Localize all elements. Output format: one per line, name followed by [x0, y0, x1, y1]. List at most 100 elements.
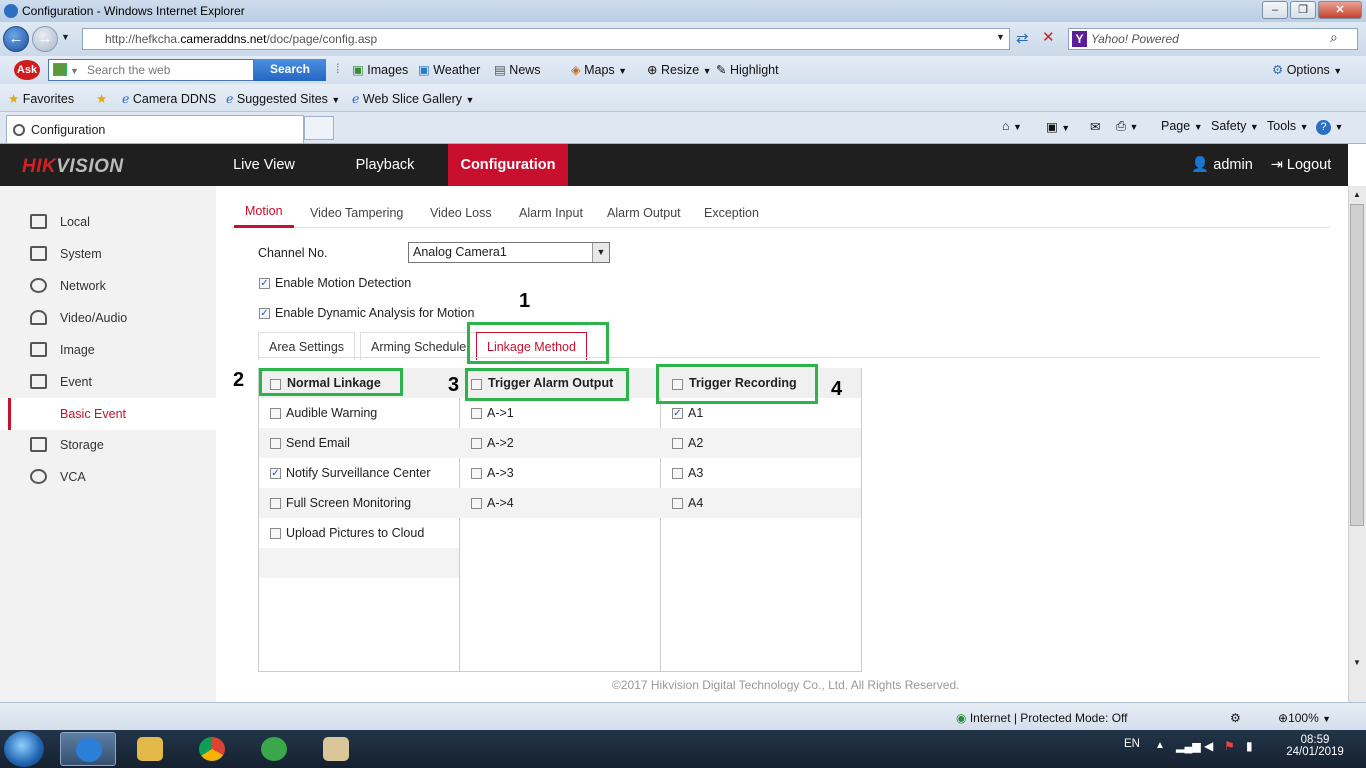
record-a4-checkbox[interactable] — [672, 498, 683, 509]
fav-web-slice-gallery[interactable]: ℯ Web Slice Gallery ▼ — [352, 91, 474, 106]
tab-video-tampering[interactable]: Video Tampering — [310, 206, 403, 220]
action-center-icon[interactable]: ⚑ — [1224, 739, 1235, 753]
stop-icon[interactable]: ✕ — [1042, 28, 1055, 46]
sidebar-item-image[interactable]: Image — [0, 334, 216, 366]
annotation-box-2 — [259, 368, 403, 396]
sidebar-item-system[interactable]: System — [0, 238, 216, 270]
scroll-down-icon[interactable]: ▼ — [1353, 658, 1361, 667]
fav-camera-ddns[interactable]: ℯ Camera DDNS — [122, 91, 216, 106]
notify-center-checkbox[interactable]: ✓ — [270, 468, 281, 479]
taskbar-chrome[interactable] — [184, 732, 240, 766]
upload-cloud-checkbox[interactable] — [270, 528, 281, 539]
ask-search-button[interactable]: Search — [254, 59, 326, 81]
page-menu[interactable]: Page ▼ — [1161, 119, 1203, 133]
user-menu[interactable]: 👤 admin — [1186, 144, 1258, 186]
options-button[interactable]: ⚙ Options ▼ — [1272, 62, 1342, 77]
home-button[interactable]: ⌂ ▼ — [1002, 119, 1022, 133]
taskbar-paint[interactable] — [308, 732, 364, 766]
alarm-output-2-checkbox[interactable] — [471, 438, 482, 449]
taskbar-internet-explorer[interactable] — [60, 732, 116, 766]
tab-area-settings[interactable]: Area Settings — [258, 332, 356, 360]
highlight-button[interactable]: ✎ Highlight — [716, 62, 779, 77]
favorites-button[interactable]: ★ Favorites — [8, 91, 74, 106]
alarm-output-4-checkbox[interactable] — [471, 498, 482, 509]
nav-configuration[interactable]: Configuration — [448, 144, 568, 186]
logout-button[interactable]: ⇥ Logout — [1266, 144, 1336, 186]
resize-button[interactable]: ⊕ Resize ▼ — [647, 62, 712, 77]
chevron-down-icon[interactable]: ▼ — [70, 61, 79, 81]
record-a3-checkbox[interactable] — [672, 468, 683, 479]
alarm-output-3-checkbox[interactable] — [471, 468, 482, 479]
mail-icon[interactable]: ✉ — [1090, 119, 1100, 134]
search-icon[interactable]: ⌕ — [1330, 29, 1338, 46]
send-email-checkbox[interactable] — [270, 438, 281, 449]
zoom-control[interactable]: ⊕100% ▼ — [1278, 711, 1331, 725]
sidebar-item-event[interactable]: Event — [0, 366, 216, 398]
address-dropdown-icon[interactable]: ▼ — [996, 32, 1005, 42]
images-button[interactable]: ▣ Images — [352, 62, 408, 77]
start-button[interactable] — [4, 731, 44, 767]
close-button[interactable]: ✕ — [1318, 1, 1362, 19]
ask-logo-icon: Ask — [14, 60, 40, 80]
forward-button[interactable]: → — [32, 26, 58, 52]
print-button[interactable]: ⎙ ▼ — [1116, 119, 1138, 134]
annotation-box-4 — [656, 364, 818, 404]
taskbar-app[interactable] — [246, 732, 302, 766]
audible-warning-checkbox[interactable] — [270, 408, 281, 419]
scroll-up-icon[interactable]: ▲ — [1353, 190, 1361, 199]
tab-arming-schedule[interactable]: Arming Schedule — [360, 332, 478, 360]
security-zone[interactable]: ◉ Internet | Protected Mode: Off — [956, 711, 1127, 725]
sidebar-item-local[interactable]: Local — [0, 206, 216, 238]
record-a1-checkbox[interactable]: ✓ — [672, 408, 683, 419]
nav-live-view[interactable]: Live View — [218, 144, 310, 186]
channel-select[interactable]: Analog Camera1 — [408, 242, 610, 263]
audible-warning-label: Audible Warning — [286, 406, 378, 420]
refresh-icon[interactable]: ⇄ — [1016, 29, 1029, 47]
network-icon[interactable]: ▂▄▆ — [1176, 740, 1201, 753]
tab-exception[interactable]: Exception — [704, 206, 759, 220]
scroll-thumb[interactable] — [1350, 204, 1364, 526]
tab-alarm-input[interactable]: Alarm Input — [519, 206, 583, 220]
safety-menu[interactable]: Safety ▼ — [1211, 119, 1259, 133]
tab-video-loss[interactable]: Video Loss — [430, 206, 492, 220]
add-favorite-icon[interactable]: ★ — [96, 91, 107, 106]
volume-icon[interactable]: ◀ — [1204, 739, 1213, 753]
maps-button[interactable]: ◈ Maps ▼ — [571, 62, 627, 77]
chevron-down-icon[interactable]: ▼ — [592, 243, 609, 262]
feeds-button[interactable]: ▣ ▼ — [1046, 119, 1070, 134]
search-provider-box[interactable]: Y Yahoo! Powered — [1068, 28, 1358, 50]
battery-icon[interactable]: ▮ — [1246, 739, 1253, 753]
news-button[interactable]: ▤ News — [494, 62, 541, 77]
tray-clock[interactable]: 08:59 24/01/2019 — [1285, 734, 1345, 758]
maximize-button[interactable]: ❐ — [1290, 1, 1316, 19]
minimize-button[interactable]: – — [1262, 1, 1288, 19]
enable-motion-checkbox[interactable]: ✓ — [259, 278, 270, 289]
tools-menu[interactable]: Tools ▼ — [1267, 119, 1309, 133]
fav-suggested-sites[interactable]: ℯ Suggested Sites ▼ — [226, 91, 340, 106]
help-button[interactable]: ? ▼ — [1316, 119, 1343, 135]
sidebar-item-storage[interactable]: Storage — [0, 429, 216, 461]
back-button[interactable]: ← — [3, 26, 29, 52]
record-a2-checkbox[interactable] — [672, 438, 683, 449]
tray-language[interactable]: EN — [1124, 738, 1140, 750]
full-screen-checkbox[interactable] — [270, 498, 281, 509]
ask-search-input[interactable]: ▼ Search the web — [48, 59, 254, 81]
taskbar-explorer[interactable] — [122, 732, 178, 766]
enable-dynamic-checkbox[interactable]: ✓ — [259, 308, 270, 319]
tab-motion[interactable]: Motion — [245, 204, 283, 218]
sidebar-item-label: VCA — [60, 470, 86, 484]
history-dropdown-icon[interactable]: ▼ — [61, 32, 70, 42]
address-bar[interactable]: http://hefkcha.cameraddns.net/doc/page/c… — [82, 28, 1010, 50]
weather-button[interactable]: ▣ Weather — [418, 62, 480, 77]
alarm-output-1-checkbox[interactable] — [471, 408, 482, 419]
tab-alarm-output[interactable]: Alarm Output — [607, 206, 681, 220]
sidebar-item-basic-event[interactable]: Basic Event — [0, 398, 216, 430]
sidebar-item-network[interactable]: Network — [0, 270, 216, 302]
tab-configuration[interactable]: Configuration — [6, 115, 304, 143]
new-tab-button[interactable] — [304, 116, 334, 140]
tray-expand-icon[interactable]: ▲ — [1155, 740, 1165, 751]
sidebar-item-vca[interactable]: VCA — [0, 461, 216, 493]
gear-icon[interactable]: ⚙ — [1230, 711, 1241, 725]
sidebar-item-video-audio[interactable]: Video/Audio — [0, 302, 216, 334]
nav-playback[interactable]: Playback — [340, 144, 430, 186]
